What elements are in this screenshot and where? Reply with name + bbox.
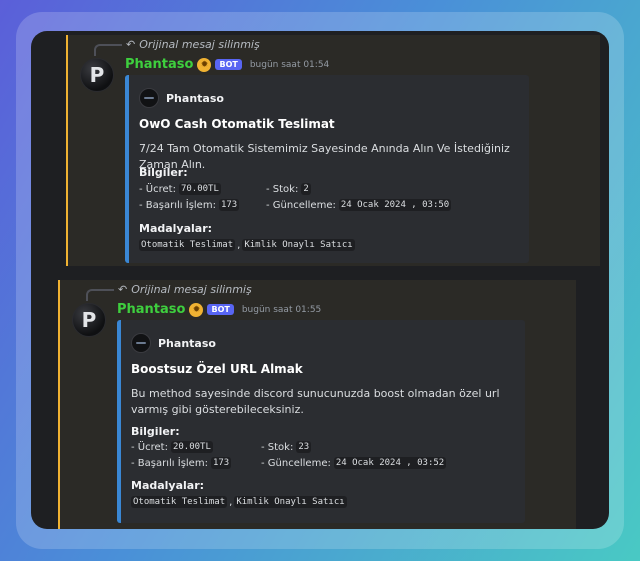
medals-heading: Madalyalar: — [139, 222, 213, 235]
medals-row: Otomatik Teslimat, Kimlik Onaylı Satıcı — [131, 496, 347, 508]
success-value: 173 — [210, 457, 232, 469]
author-avatar-icon — [131, 333, 151, 353]
price-value: 70.00TL — [178, 183, 221, 195]
embed-author: Phantaso — [131, 333, 216, 353]
medal-separator: , — [237, 239, 241, 251]
reply-connector — [94, 44, 122, 56]
success-label: - Başarılı İşlem: — [131, 457, 208, 469]
message-2: ↶ Orijinal mesaj silinmiş P Phantaso ✹ BO… — [58, 280, 576, 529]
price-label: - Ücret: — [131, 441, 168, 453]
message-1: ↶ Orijinal mesaj silinmiş P Phantaso ✹ BO… — [66, 35, 600, 266]
reply-connector — [86, 289, 114, 301]
stock-label: - Stok: — [266, 183, 299, 195]
reply-preview[interactable]: ↶ Orijinal mesaj silinmiş — [126, 38, 260, 51]
embed-author-name[interactable]: Phantaso — [166, 92, 224, 105]
success-field: - Başarılı İşlem: 173 — [131, 457, 232, 469]
embed-description: 7/24 Tam Otomatik Sistemimiz Sayesinde A… — [139, 142, 510, 171]
username[interactable]: Phantaso — [117, 302, 185, 317]
embed: Phantaso OwO Cash Otomatik Teslimat 7/24… — [125, 75, 529, 263]
update-value: 24 Ocak 2024 , 03:52 — [333, 457, 447, 469]
info-heading: Bilgiler: — [139, 166, 188, 179]
chat-window: ↶ Orijinal mesaj silinmiş P Phantaso ✹ BO… — [31, 31, 609, 529]
stock-value: 23 — [296, 441, 312, 453]
update-label: - Güncelleme: — [266, 199, 336, 211]
avatar[interactable]: P — [72, 303, 106, 337]
success-label: - Başarılı İşlem: — [139, 199, 216, 211]
update-field: - Güncelleme: 24 Ocak 2024 , 03:52 — [261, 457, 447, 469]
medal-badge: Otomatik Teslimat — [131, 496, 228, 508]
stock-field: - Stok: 2 — [266, 183, 311, 195]
embed-description: Bu method sayesinde discord sunucunuzda … — [131, 387, 500, 416]
price-field: - Ücret: 20.00TL — [131, 441, 213, 453]
bot-tag: BOT — [207, 304, 234, 315]
reply-arrow-icon: ↶ — [118, 283, 128, 296]
reply-arrow-icon: ↶ — [126, 38, 136, 51]
reply-text: Orijinal mesaj silinmiş — [139, 38, 260, 51]
embed-author-name[interactable]: Phantaso — [158, 337, 216, 350]
stock-field: - Stok: 23 — [261, 441, 312, 453]
message-header: Phantaso ✹ BOT bugün saat 01:54 — [125, 57, 329, 72]
author-avatar-icon — [139, 88, 159, 108]
embed-title: OwO Cash Otomatik Teslimat — [139, 117, 335, 131]
stock-value: 2 — [301, 183, 311, 195]
success-field: - Başarılı İşlem: 173 — [139, 199, 240, 211]
medal-badge: Kimlik Onaylı Satıcı — [242, 239, 355, 251]
sun-badge-icon: ✹ — [197, 57, 212, 72]
update-label: - Güncelleme: — [261, 457, 331, 469]
reply-preview[interactable]: ↶ Orijinal mesaj silinmiş — [118, 283, 252, 296]
embed: Phantaso Boostsuz Özel URL Almak Bu meth… — [117, 320, 525, 523]
medals-row: Otomatik Teslimat, Kimlik Onaylı Satıcı — [139, 239, 355, 251]
bot-tag: BOT — [215, 59, 242, 70]
embed-title: Boostsuz Özel URL Almak — [131, 362, 303, 376]
success-value: 173 — [218, 199, 240, 211]
username[interactable]: Phantaso — [125, 57, 193, 72]
medals-heading: Madalyalar: — [131, 479, 205, 492]
update-field: - Güncelleme: 24 Ocak 2024 , 03:50 — [266, 199, 452, 211]
embed-author: Phantaso — [139, 88, 224, 108]
info-heading: Bilgiler: — [131, 425, 180, 438]
avatar[interactable]: P — [80, 58, 114, 92]
avatar-letter: P — [89, 63, 105, 87]
sun-badge-icon: ✹ — [189, 302, 204, 317]
avatar-letter: P — [81, 308, 97, 332]
price-value: 20.00TL — [170, 441, 213, 453]
timestamp: bugün saat 01:54 — [249, 59, 330, 70]
price-label: - Ücret: — [139, 183, 176, 195]
timestamp: bugün saat 01:55 — [241, 304, 322, 315]
price-field: - Ücret: 70.00TL — [139, 183, 221, 195]
stock-label: - Stok: — [261, 441, 294, 453]
medal-badge: Kimlik Onaylı Satıcı — [234, 496, 347, 508]
medal-separator: , — [229, 496, 233, 508]
message-header: Phantaso ✹ BOT bugün saat 01:55 — [117, 302, 321, 317]
update-value: 24 Ocak 2024 , 03:50 — [338, 199, 452, 211]
medal-badge: Otomatik Teslimat — [139, 239, 236, 251]
reply-text: Orijinal mesaj silinmiş — [131, 283, 252, 296]
